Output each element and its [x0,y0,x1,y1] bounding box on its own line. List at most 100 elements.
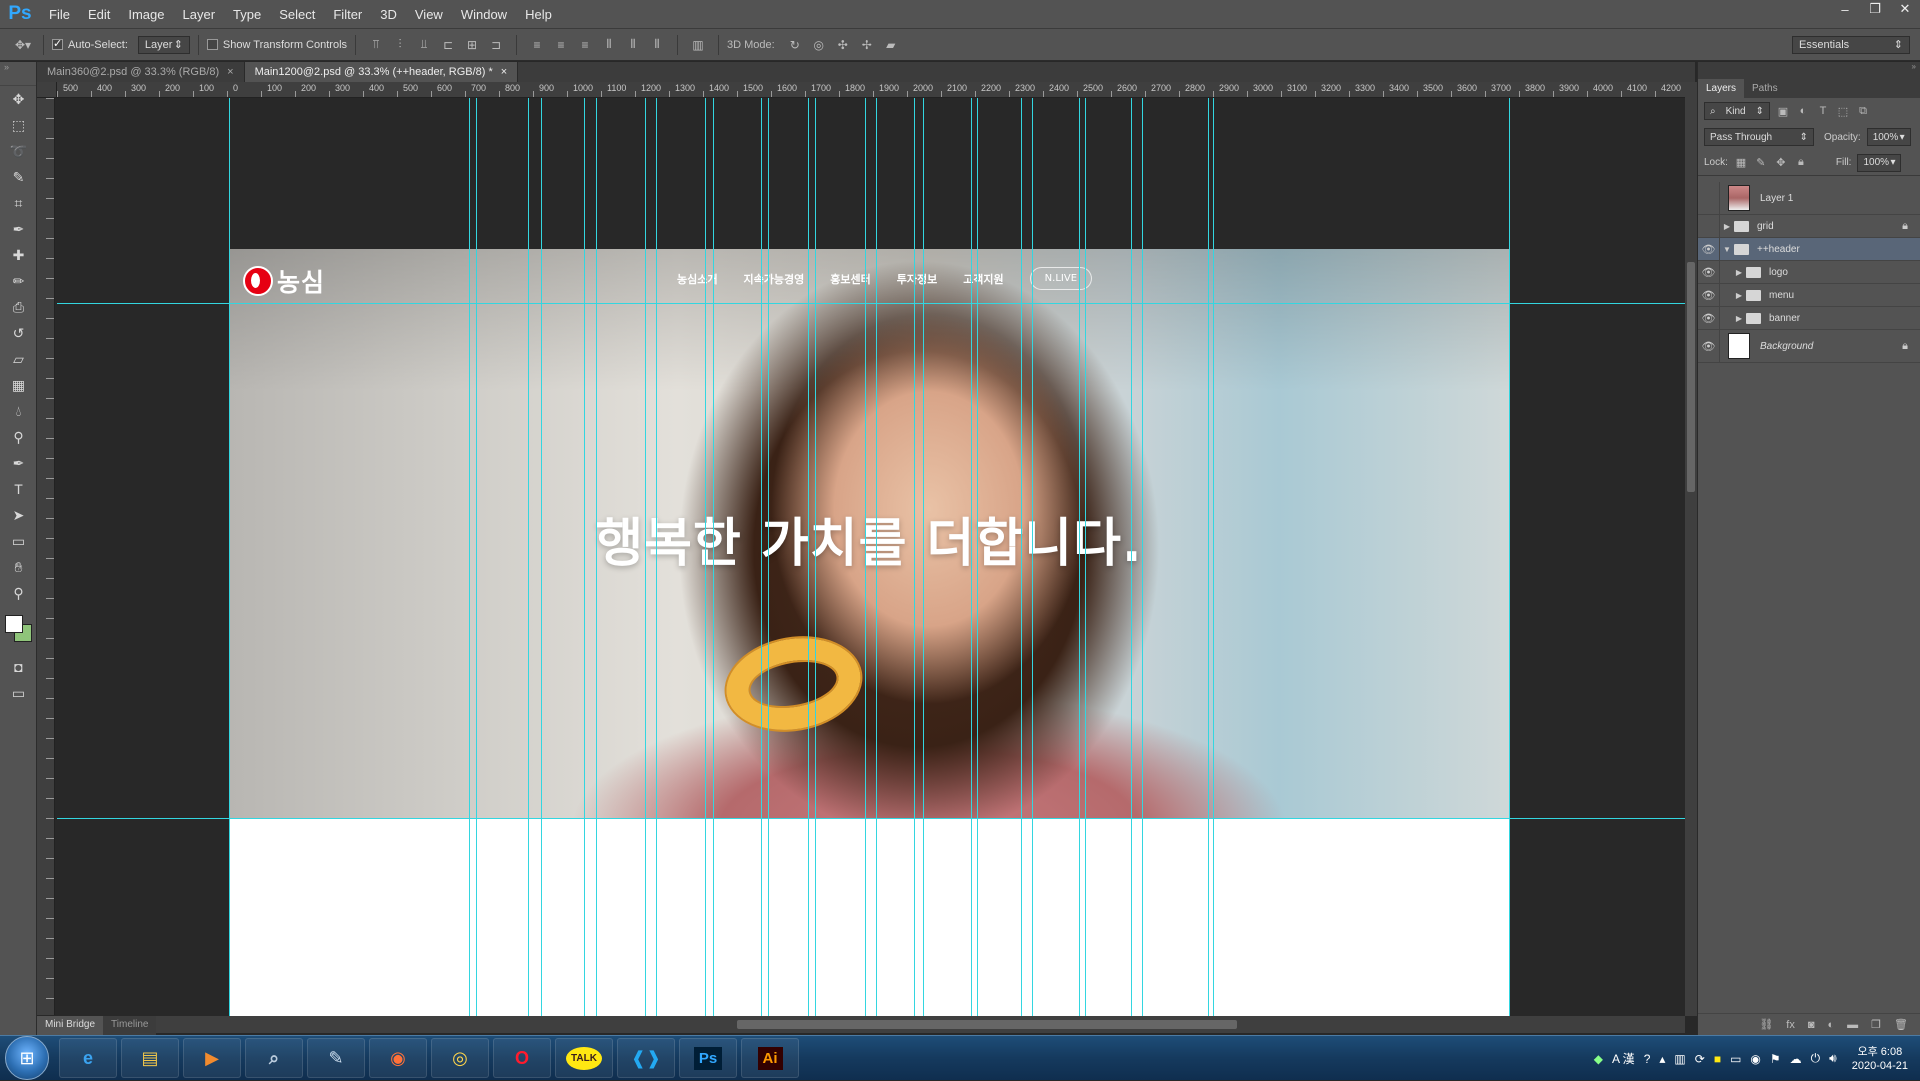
lasso-tool-icon[interactable]: ➰ [0,138,37,164]
filter-pixel-icon[interactable]: ▣ [1776,104,1790,118]
taskbar-app-chrome[interactable]: ◎ [431,1038,489,1078]
taskbar-app-explorer[interactable]: ▤ [121,1038,179,1078]
align-left-icon[interactable]: ⊏ [439,37,457,53]
language-icon[interactable]: ◆ [1594,1052,1603,1066]
power-icon[interactable]: ⏻ [1811,1051,1821,1066]
expanded-arrow-icon[interactable]: ▼ [1720,245,1734,254]
vertical-guide[interactable] [815,98,816,1016]
taskbar-app-kakaotalk[interactable]: TALK [555,1038,613,1078]
workspace-dropdown[interactable]: Essentials ⇕ [1792,35,1910,54]
eraser-tool-icon[interactable]: ▱ [0,346,37,372]
menu-item-window[interactable]: Window [452,7,516,22]
visibility-eye-icon[interactable]: 👁︎ [1698,261,1720,283]
vertical-guide[interactable] [229,98,230,1016]
history-brush-tool-icon[interactable]: ↺ [0,320,37,346]
visibility-eye-icon[interactable]: 👁︎ [1698,330,1720,362]
vertical-guide[interactable] [865,98,866,1016]
move-tool-icon[interactable]: ✥ [0,86,37,112]
menu-item-edit[interactable]: Edit [79,7,119,22]
filter-smart-icon[interactable]: ⧉ [1856,104,1870,118]
marquee-tool-icon[interactable]: ⬚ [0,112,37,138]
visibility-eye-icon[interactable]: 👁︎ [1698,284,1720,306]
menu-item-3d[interactable]: 3D [371,7,406,22]
pen-tool-icon[interactable]: ✒ [0,450,37,476]
volume-icon[interactable]: 🔊︎ [1829,1051,1837,1066]
close-tab-icon[interactable]: × [227,66,233,78]
brush-tool-icon[interactable]: ✏ [0,268,37,294]
layer-row-header[interactable]: 👁︎ ▼ ++header [1698,238,1920,261]
horizontal-guide[interactable] [57,818,1685,819]
hand-tool-icon[interactable]: ✋︎ [0,554,37,580]
vertical-guide[interactable] [596,98,597,1016]
layer-row-menu[interactable]: 👁︎ ▶ menu [1698,284,1920,307]
collapsed-arrow-icon[interactable]: ▶ [1732,268,1746,277]
taskbar-app-notes[interactable]: ✎ [307,1038,365,1078]
visibility-eye-icon[interactable]: 👁︎ [1698,307,1720,329]
scroll-thumb[interactable] [1687,262,1695,492]
layer-row-logo[interactable]: 👁︎ ▶ logo [1698,261,1920,284]
minimize-button[interactable]: – [1830,0,1860,18]
vertical-guide[interactable] [469,98,470,1016]
blend-mode-dropdown[interactable]: Pass Through ⇕ [1704,128,1814,146]
vertical-guide[interactable] [645,98,646,1016]
horizontal-ruler[interactable]: 500 400 300 200 100 0 100 200 300 400 500 600 700 800… [57,82,1685,98]
menu-item-type[interactable]: Type [224,7,270,22]
vertical-guide[interactable] [713,98,714,1016]
help-icon[interactable]: ? [1644,1052,1651,1066]
filter-type-icon[interactable]: T [1816,104,1830,118]
adjustment-layer-icon[interactable]: ◐ [1828,1019,1835,1031]
taskbar-app-illustrator[interactable]: Ai [741,1038,799,1078]
collapsed-arrow-icon[interactable]: ▶ [1732,291,1746,300]
horizontal-guide[interactable] [57,303,1685,304]
path-select-tool-icon[interactable]: ➤ [0,502,37,528]
auto-align-icon[interactable]: ▥ [689,37,707,53]
distribute-top-icon[interactable]: ≡ [528,37,546,53]
start-button[interactable]: ⊞ [5,1036,49,1080]
filter-shape-icon[interactable]: ⬚ [1836,104,1850,118]
align-bottom-icon[interactable]: ⫫ [415,37,433,53]
taskbar-app-ie[interactable]: e [59,1038,117,1078]
ime-indicator[interactable]: A 漢 [1612,1050,1635,1067]
new-layer-icon[interactable]: ❐ [1871,1018,1881,1031]
vertical-guide[interactable] [541,98,542,1016]
quick-mask-icon[interactable]: ◘ [0,654,37,680]
new-group-icon[interactable]: ▬ [1847,1019,1858,1031]
taskbar-app-vscode[interactable]: ❰❱ [617,1038,675,1078]
scale-3d-icon[interactable]: ▰ [882,37,900,53]
vertical-ruler[interactable] [37,98,55,1015]
vertical-guide[interactable] [761,98,762,1016]
flag-icon[interactable]: ⚑ [1770,1052,1781,1066]
vertical-guide[interactable] [1021,98,1022,1016]
vertical-scrollbar[interactable] [1685,82,1697,1016]
vertical-guide[interactable] [1142,98,1143,1016]
fill-input[interactable]: 100% ▾ [1857,153,1902,172]
vertical-guide[interactable] [1208,98,1209,1016]
tab-mini-bridge[interactable]: Mini Bridge [37,1016,104,1035]
document-canvas[interactable]: 농심 농심소개 지속가능경영 홍보센터 투자정보 고객지원 N.LIVE 행복한… [57,98,1685,1016]
layer-row-background[interactable]: 👁︎ Background 🔒︎ [1698,330,1920,363]
align-right-icon[interactable]: ⊐ [487,37,505,53]
chat-icon[interactable]: ■ [1714,1052,1721,1066]
trash-icon[interactable]: 🗑︎ [1894,1018,1908,1031]
scroll-thumb[interactable] [737,1020,1237,1029]
close-button[interactable]: ✕ [1890,0,1920,18]
layer-row-layer1[interactable]: Layer 1 [1698,182,1920,215]
taskbar-app-firefox[interactable]: ◉ [369,1038,427,1078]
vertical-guide[interactable] [768,98,769,1016]
taskbar-app-photoshop[interactable]: Ps [679,1038,737,1078]
vertical-guide[interactable] [971,98,972,1016]
vertical-guide[interactable] [1032,98,1033,1016]
lock-all-icon[interactable]: 🔒︎ [1794,156,1808,170]
auto-select-target-dropdown[interactable]: Layer ⇕ [137,35,190,54]
move-tool-preset-icon[interactable]: ✥▾ [14,37,32,53]
visibility-eye-icon[interactable] [1698,182,1720,214]
rotate-3d-icon[interactable]: ↻ [786,37,804,53]
restore-button[interactable]: ❐ [1860,0,1890,18]
lock-transparency-icon[interactable]: ▦ [1734,156,1748,170]
taskbar-app-opera[interactable]: O [493,1038,551,1078]
tab-layers[interactable]: Layers [1698,79,1745,98]
menu-item-view[interactable]: View [406,7,452,22]
distribute-bottom-icon[interactable]: ≡ [576,37,594,53]
align-top-icon[interactable]: ⫪ [367,37,385,53]
vertical-guide[interactable] [656,98,657,1016]
